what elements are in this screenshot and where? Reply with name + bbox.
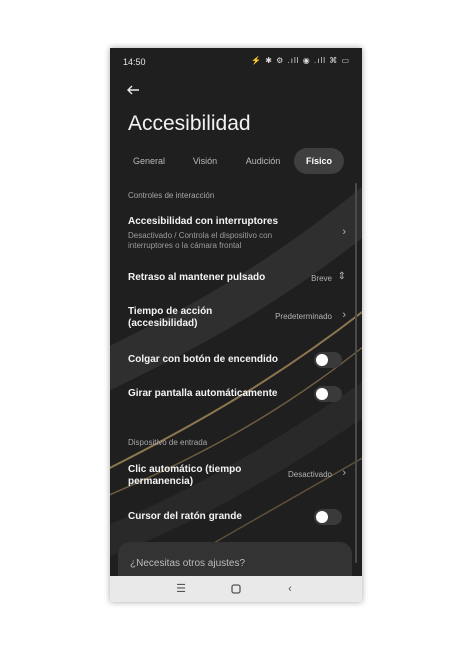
- scrollbar[interactable]: [355, 183, 357, 563]
- setting-hold-delay[interactable]: Retraso al mantener pulsado Breve ⇕: [128, 271, 346, 288]
- navigation-bar: ☰ ‹: [110, 576, 362, 602]
- chevron-right-icon: ›: [342, 467, 346, 479]
- large-cursor-toggle[interactable]: [314, 509, 342, 525]
- suggestions-card-title: ¿Necesitas otros ajustes?: [130, 558, 246, 569]
- setting-value: Desactivado: [287, 470, 332, 479]
- tab-audicion[interactable]: Audición: [236, 148, 290, 174]
- auto-rotate-toggle[interactable]: [314, 386, 342, 402]
- setting-auto-click[interactable]: Clic automático (tiempo permanencia) Des…: [128, 464, 346, 492]
- menu-icon[interactable]: ☰: [173, 581, 189, 597]
- back-button[interactable]: [125, 82, 141, 98]
- setting-label: Clic automático (tiempo permanencia): [128, 464, 242, 487]
- setting-power-hangup[interactable]: Colgar con botón de encendido: [128, 352, 346, 370]
- toggle-knob: [316, 354, 328, 366]
- home-icon[interactable]: [228, 581, 244, 597]
- section-header-interaction: Controles de interacción: [128, 191, 215, 200]
- power-hangup-toggle[interactable]: [314, 352, 342, 368]
- setting-switch-access[interactable]: Accesibilidad con interruptores Desactiv…: [128, 216, 346, 252]
- chevron-up-down-icon: ⇕: [337, 271, 346, 282]
- tab-fisico[interactable]: Físico: [294, 148, 344, 174]
- status-bar: 14:50 ⚡ ✱ ⚙ .ıll ◉ .ıll ⌘ ▭: [110, 48, 362, 74]
- setting-large-cursor[interactable]: Cursor del ratón grande: [128, 509, 346, 527]
- chevron-right-icon: ›: [342, 309, 346, 321]
- toggle-knob: [316, 388, 328, 400]
- phone-screen: 14:50 ⚡ ✱ ⚙ .ıll ◉ .ıll ⌘ ▭ Accesibilida…: [110, 48, 362, 602]
- chevron-right-icon: ›: [342, 226, 346, 238]
- arrow-left-icon: [127, 85, 139, 95]
- back-nav-icon[interactable]: ‹: [282, 581, 298, 597]
- setting-value: Breve: [311, 274, 332, 283]
- setting-value: Predeterminado: [275, 312, 332, 321]
- tab-general[interactable]: General: [124, 148, 174, 174]
- setting-action-time[interactable]: Tiempo de acción (accesibilidad) Predete…: [128, 306, 346, 334]
- setting-auto-rotate[interactable]: Girar pantalla automáticamente: [128, 386, 346, 404]
- status-icons: ⚡ ✱ ⚙ .ıll ◉ .ıll ⌘ ▭: [251, 56, 350, 65]
- tab-vision[interactable]: Visión: [180, 148, 230, 174]
- setting-label: Tiempo de acción (accesibilidad): [128, 306, 213, 329]
- setting-label: Accesibilidad con interruptores: [128, 216, 279, 227]
- status-time: 14:50: [123, 57, 146, 67]
- setting-description: Desactivado / Controla el dispositivo co…: [128, 231, 273, 250]
- toggle-knob: [316, 511, 328, 523]
- page-title: Accesibilidad: [128, 112, 251, 135]
- section-header-input: Dispositivo de entrada: [128, 438, 208, 447]
- tab-bar: General Visión Audición Físico: [124, 148, 350, 176]
